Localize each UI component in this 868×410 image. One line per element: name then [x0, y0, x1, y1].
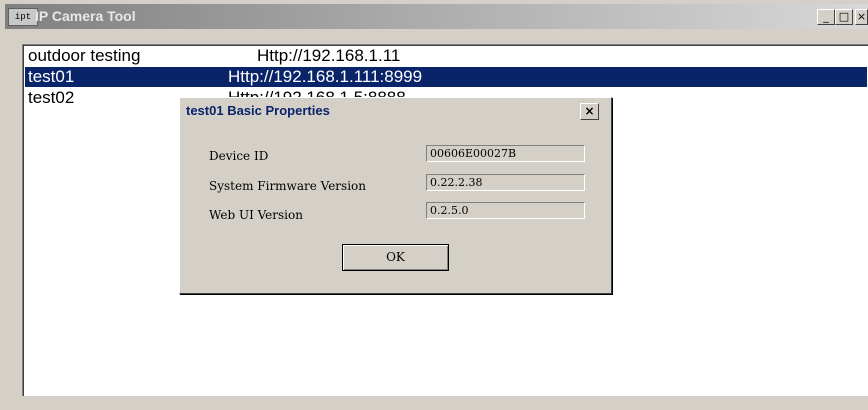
- dialog-title: test01 Basic Properties: [186, 103, 330, 118]
- dialog-close-button[interactable]: ×: [580, 103, 599, 120]
- properties-dialog: test01 Basic Properties × Device ID 0060…: [179, 97, 612, 294]
- app-icon[interactable]: ipt: [8, 8, 38, 26]
- minimize-button[interactable]: _: [817, 9, 835, 25]
- app-window: ipt IP Camera Tool _ □ × outdoor testing…: [0, 0, 868, 410]
- web-ui-version-label: Web UI Version: [209, 208, 303, 222]
- maximize-button[interactable]: □: [835, 9, 853, 25]
- device-id-field: 00606E00027B: [426, 145, 585, 162]
- dialog-title-bar[interactable]: test01 Basic Properties ×: [182, 100, 609, 122]
- firmware-version-field: 0.22.2.38: [426, 174, 585, 191]
- camera-name: test01: [28, 67, 75, 86]
- title-bar[interactable]: ipt IP Camera Tool _ □ ×: [5, 4, 868, 29]
- camera-url: Http://192.168.1.11: [257, 46, 401, 65]
- camera-url: Http://192.168.1.111:8999: [228, 67, 423, 86]
- camera-list-item[interactable]: outdoor testing Http://192.168.1.11: [25, 46, 867, 66]
- web-ui-version-field: 0.2.5.0: [426, 202, 585, 219]
- firmware-version-label: System Firmware Version: [209, 179, 366, 193]
- camera-list-item-selected[interactable]: test01 Http://192.168.1.111:8999: [25, 67, 867, 87]
- window-title: IP Camera Tool: [35, 8, 136, 24]
- camera-name: outdoor testing: [28, 46, 141, 65]
- camera-name: test02: [28, 88, 75, 107]
- device-id-label: Device ID: [209, 149, 269, 163]
- close-button[interactable]: ×: [855, 9, 868, 25]
- ok-button[interactable]: OK: [342, 244, 449, 271]
